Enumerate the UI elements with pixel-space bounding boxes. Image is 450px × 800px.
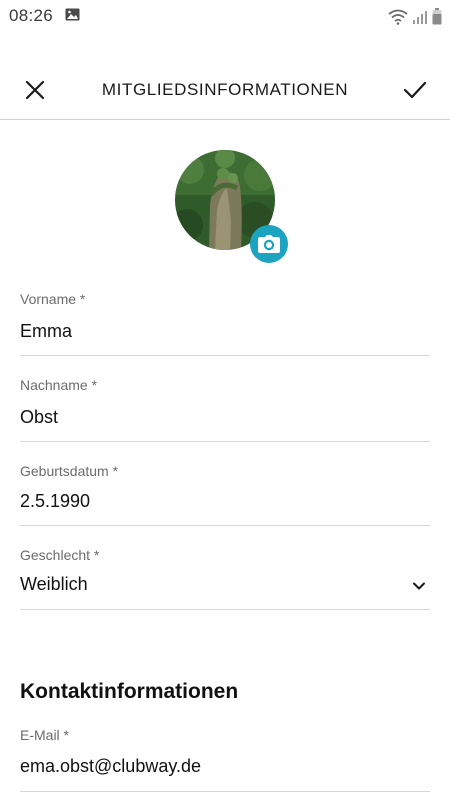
email-field[interactable]: E-Mail * ema.obst@clubway.de — [20, 721, 430, 792]
first-name-value: Emma — [20, 321, 73, 341]
first-name-field[interactable]: Vorname * Emma — [20, 285, 430, 356]
last-name-value: Obst — [20, 407, 59, 427]
gender-select[interactable]: Geschlecht * Weiblich — [20, 541, 430, 610]
gallery-icon — [65, 8, 80, 21]
contact-section-title: Kontaktinformationen — [20, 680, 239, 703]
email-label: E-Mail * — [20, 727, 70, 743]
avatar-container — [175, 150, 289, 264]
status-time: 08:26 — [9, 6, 54, 25]
app-bar: MITGLIEDSINFORMATIONEN — [0, 60, 450, 120]
gender-value: Weiblich — [20, 574, 88, 594]
page-title: MITGLIEDSINFORMATIONEN — [101, 80, 349, 99]
birthdate-label: Geburtsdatum * — [20, 463, 119, 479]
confirm-button[interactable] — [398, 73, 432, 107]
checkmark-icon — [403, 81, 427, 99]
first-name-label: Vorname * — [20, 291, 86, 307]
status-icons — [388, 5, 442, 25]
birthdate-value: 2.5.1990 — [20, 491, 91, 511]
birthdate-field[interactable]: Geburtsdatum * 2.5.1990 — [20, 457, 430, 526]
chevron-down-icon — [413, 582, 425, 590]
last-name-label: Nachname * — [20, 377, 98, 393]
email-value: ema.obst@clubway.de — [20, 756, 202, 776]
change-photo-button[interactable] — [250, 225, 288, 263]
status-bar: 08:26 — [0, 0, 450, 32]
camera-icon — [258, 235, 280, 253]
signal-icon — [413, 11, 427, 24]
last-name-field[interactable]: Nachname * Obst — [20, 371, 430, 442]
gender-label: Geschlecht * — [20, 547, 100, 563]
wifi-icon — [388, 9, 408, 25]
battery-icon — [432, 8, 442, 25]
